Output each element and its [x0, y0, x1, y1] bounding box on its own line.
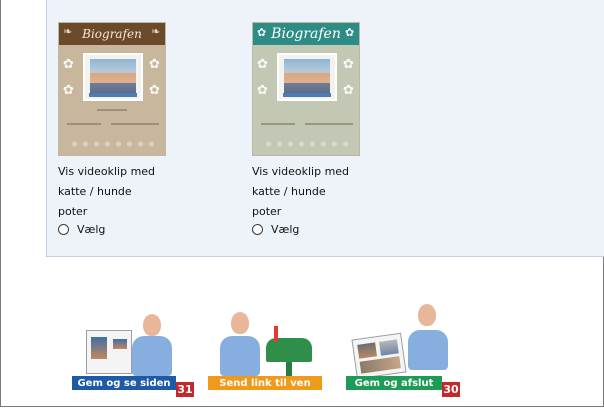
paw-print-icon: ❧: [151, 25, 161, 38]
send-link-label-bar[interactable]: Send link til ven: [208, 376, 322, 390]
template-thumbnail-2[interactable]: Biografen ✿ ✿ ✿ ✿ ✿ ✿: [252, 22, 360, 156]
thumbnail-title: Biografen: [59, 23, 165, 45]
radio-label[interactable]: Vælg: [271, 223, 299, 236]
caption-line: poter: [252, 205, 282, 218]
template-card-2: Biografen ✿ ✿ ✿ ✿ ✿ ✿ Vis videoklip med …: [252, 22, 362, 236]
button-label[interactable]: Send link til ven: [219, 378, 310, 389]
template-caption: Vis videoklip med katte / hunde poter: [58, 162, 166, 222]
template-caption: Vis videoklip med katte / hunde poter: [252, 162, 360, 222]
send-link-button[interactable]: Send link til ven: [208, 300, 324, 396]
paw-print-icon: ✿: [63, 83, 74, 98]
paw-print-icon: ✿: [343, 57, 354, 72]
thumbnail-title-text: Biografen: [271, 26, 341, 42]
presenter-illustration: [72, 300, 194, 376]
thumbnail-title: Biografen: [253, 23, 359, 45]
radio-button-icon[interactable]: [58, 224, 69, 235]
select-template-radio-row[interactable]: Vælg: [252, 223, 362, 236]
mailbox-icon: [266, 338, 312, 362]
step-badge: 30: [442, 382, 460, 397]
paw-print-icon: ✿: [149, 83, 160, 98]
save-and-view-button[interactable]: Gem og se siden 31: [72, 300, 194, 397]
caption-line: Vis videoklip med: [58, 165, 156, 178]
paw-print-icon: ✿: [257, 83, 268, 98]
save-and-finish-label-bar[interactable]: Gem og afslut: [346, 376, 442, 390]
paw-print-icon: ✿: [63, 57, 74, 72]
save-and-view-label-bar[interactable]: Gem og se siden: [72, 376, 176, 390]
thumbnail-photo: [83, 53, 143, 101]
select-template-radio-row[interactable]: Vælg: [58, 223, 168, 236]
presenter-illustration: [346, 300, 460, 380]
caption-line: katte / hunde: [58, 185, 132, 198]
radio-label[interactable]: Vælg: [77, 223, 105, 236]
template-card-1: Biografen ❧ ❧ ✿ ✿ ✿ ✿ Vis videoklip med …: [58, 22, 168, 236]
save-and-finish-button[interactable]: Gem og afslut 30: [346, 300, 460, 397]
paw-print-icon: ✿: [149, 57, 160, 72]
step-badge: 31: [176, 382, 194, 397]
paw-print-icon: ✿: [345, 26, 355, 39]
paw-print-icon: ✿: [343, 83, 354, 98]
thumbnail-photo: [277, 53, 337, 101]
paw-print-icon: ✿: [257, 57, 268, 72]
caption-line: poter: [58, 205, 88, 218]
paw-print-icon: ✿: [257, 26, 267, 39]
thumbnail-title-text: Biografen: [82, 27, 142, 41]
caption-line: katte / hunde: [252, 185, 326, 198]
caption-line: Vis videoklip med: [252, 165, 350, 178]
button-label[interactable]: Gem og afslut: [355, 378, 434, 389]
book-icon: [86, 330, 132, 374]
paw-print-icon: ❧: [63, 25, 73, 38]
radio-button-icon[interactable]: [252, 224, 263, 235]
photo-album-icon: [351, 332, 407, 380]
button-label[interactable]: Gem og se siden: [77, 378, 170, 389]
presenter-illustration: [208, 300, 324, 376]
template-thumbnail-1[interactable]: Biografen ❧ ❧ ✿ ✿ ✿ ✿: [58, 22, 166, 156]
